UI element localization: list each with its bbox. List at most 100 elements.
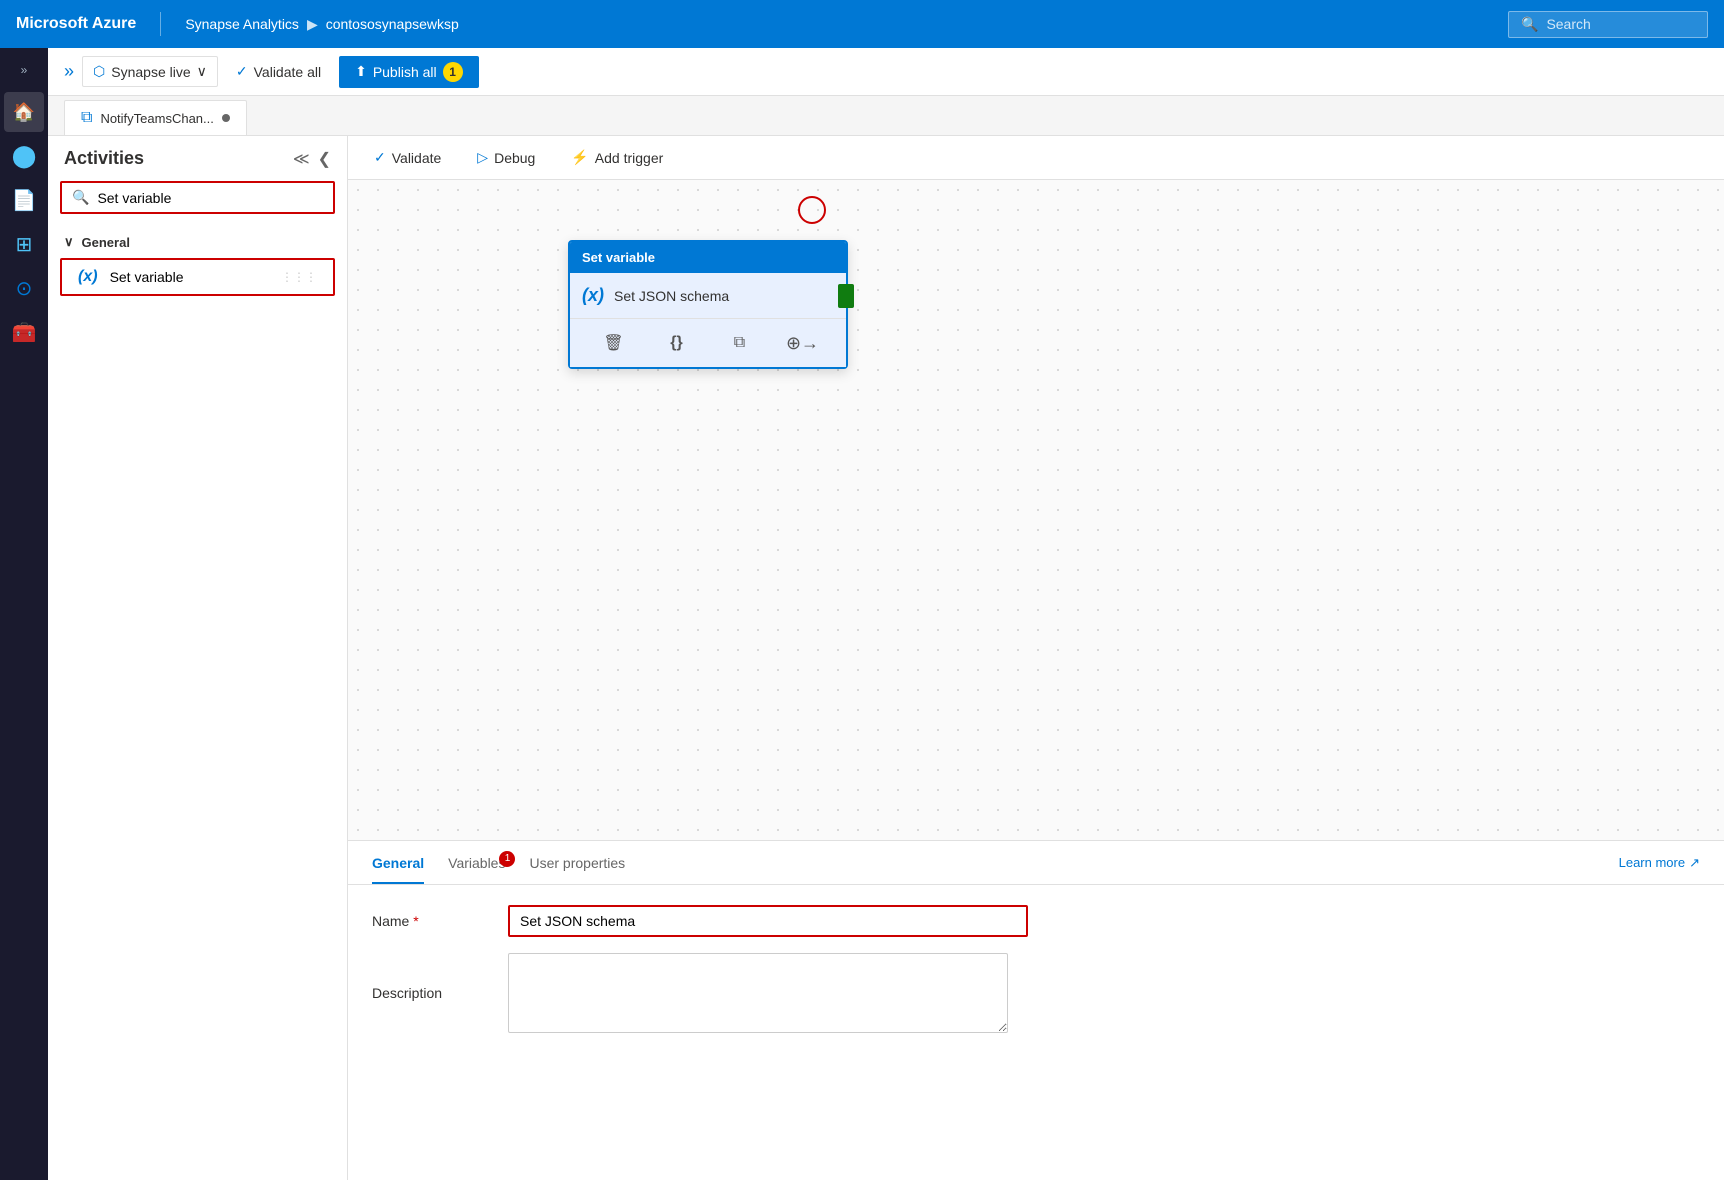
category-general[interactable]: ∨ General [48,226,347,258]
name-field-row: Name * [372,905,1700,937]
publish-all-label: Publish all [373,64,437,80]
pipeline-tab-icon: ⧉ [81,109,92,127]
canvas-card-title: Set variable [582,250,655,265]
sidebar-item-monitor[interactable]: ⊙ [4,268,44,308]
name-required: * [413,913,418,929]
tab-variables[interactable]: Variables 1 [448,843,505,883]
props-tabs: General Variables 1 User properties Lear… [348,841,1724,885]
canvas-card-header: Set variable [570,242,846,273]
canvas-toolbar: ✓ Validate ▷ Debug ⚡ Add trigger [348,136,1724,180]
canvas-red-circle [798,196,826,224]
activities-header: Activities ≪ ❮ [48,136,347,181]
delete-icon: 🗑 [603,333,623,353]
breadcrumb-synapse[interactable]: Synapse Analytics [185,16,299,32]
external-link-icon: ↗ [1689,855,1700,871]
category-chevron: ∨ [64,234,74,250]
sidebar-item-integrate[interactable]: ⊞ [4,224,44,264]
activity-set-variable[interactable]: (x) Set variable ⋮⋮⋮ [60,258,335,296]
breadcrumb-chevron: ▶ [307,16,318,33]
copy-icon: ⧉ [734,334,745,352]
integrate-icon: ⊞ [16,232,33,257]
sidebar-item-manage[interactable]: 🧰 [4,312,44,352]
description-label-text: Description [372,985,442,1001]
search-input[interactable] [1546,16,1695,32]
document-icon: 📄 [12,188,37,213]
code-icon: {} [670,334,682,352]
sidebar-expand-btn[interactable]: » [4,56,44,84]
tab-general[interactable]: General [372,843,424,883]
canvas-activity-card[interactable]: Set variable (x) Set JSON schema 🗑 [568,240,848,369]
validate-all-icon: ✓ [236,63,248,80]
name-input-wrapper[interactable] [508,905,1028,937]
debug-play-icon: ▷ [477,149,488,166]
name-label: Name * [372,913,492,929]
top-nav: Microsoft Azure Synapse Analytics ▶ cont… [0,0,1724,48]
learn-more-link[interactable]: Learn more ↗ [1619,855,1700,871]
properties-panel: General Variables 1 User properties Lear… [348,840,1724,1180]
collapse-panel-icon[interactable]: ❮ [318,149,331,169]
canvas-arrow-btn[interactable]: ⊕→ [787,327,819,359]
validate-label: Validate [392,150,442,166]
canvas-card-body-label: Set JSON schema [614,288,729,304]
activity-variable-icon: (x) [78,268,98,286]
add-trigger-button[interactable]: ⚡ Add trigger [561,143,673,172]
pipeline-tab[interactable]: ⧉ NotifyTeamsChan... [64,100,247,135]
trigger-icon: ⚡ [571,149,588,166]
activities-title: Activities [64,148,144,169]
sidebar-toggle[interactable]: » [64,61,74,82]
monitor-icon: ⊙ [16,276,33,301]
synapse-live-chevron: ∨ [197,63,207,80]
canvas-card-connector[interactable] [838,284,854,308]
breadcrumb-workspace[interactable]: contososynapsewksp [326,16,459,32]
publish-all-button[interactable]: ⬆ Publish all 1 [339,56,479,88]
canvas-card-body-icon: (x) [582,285,604,306]
search-icon: 🔍 [1521,16,1538,33]
validate-button[interactable]: ✓ Validate [364,143,451,172]
search-box[interactable]: 🔍 [1508,11,1708,38]
canvas-copy-btn[interactable]: ⧉ [724,327,756,359]
tab-variables-label: Variables [448,855,505,871]
sidebar-item-data[interactable]: ⬤ [4,136,44,176]
validate-check-icon: ✓ [374,149,386,166]
variables-badge: 1 [499,851,515,867]
canvas-card-body[interactable]: (x) Set JSON schema [570,273,846,318]
home-icon: 🏠 [13,102,35,123]
synapse-live-icon: ⬡ [93,63,105,80]
debug-label: Debug [494,150,535,166]
activities-search-input[interactable] [97,190,323,206]
tab-user-properties[interactable]: User properties [529,843,625,883]
icon-sidebar: » 🏠 ⬤ 📄 ⊞ ⊙ 🧰 [0,48,48,1180]
activities-search-box[interactable]: 🔍 [60,181,335,214]
synapse-live-button[interactable]: ⬡ Synapse live ∨ [82,56,218,87]
learn-more-label: Learn more [1619,855,1685,870]
manage-icon: 🧰 [12,320,37,345]
canvas-code-btn[interactable]: {} [661,327,693,359]
validate-all-label: Validate all [254,64,321,80]
activities-header-icons: ≪ ❮ [293,149,331,169]
tab-modified-dot [222,114,230,122]
publish-badge: 1 [443,62,463,82]
pipeline-tab-label: NotifyTeamsChan... [100,111,213,126]
collapse-icon[interactable]: ≪ [293,149,310,169]
activity-label: Set variable [110,269,184,285]
nav-divider [160,12,161,36]
debug-button[interactable]: ▷ Debug [467,143,545,172]
pipeline-canvas[interactable]: Set variable (x) Set JSON schema 🗑 [348,180,1724,840]
description-input[interactable] [508,953,1008,1033]
pipeline-editor: Activities ≪ ❮ 🔍 ∨ General [48,136,1724,1180]
drag-handle-icon: ⋮⋮⋮ [281,270,317,284]
database-icon: ⬤ [12,143,37,169]
canvas-delete-btn[interactable]: 🗑 [598,327,630,359]
name-input[interactable] [510,907,1010,935]
brand-name: Microsoft Azure [16,15,136,33]
validate-all-button[interactable]: ✓ Validate all [226,57,331,86]
content-area: » ⬡ Synapse live ∨ ✓ Validate all ⬆ Publ… [48,48,1724,1180]
publish-icon: ⬆ [355,63,367,80]
main-layout: » 🏠 ⬤ 📄 ⊞ ⊙ 🧰 » ⬡ Synapse live [0,48,1724,1180]
breadcrumb: Synapse Analytics ▶ contososynapsewksp [185,16,458,33]
activities-panel: Activities ≪ ❮ 🔍 ∨ General [48,136,348,1180]
sidebar-item-develop[interactable]: 📄 [4,180,44,220]
category-label: General [82,235,130,250]
tab-user-properties-label: User properties [529,855,625,871]
sidebar-item-home[interactable]: 🏠 [4,92,44,132]
